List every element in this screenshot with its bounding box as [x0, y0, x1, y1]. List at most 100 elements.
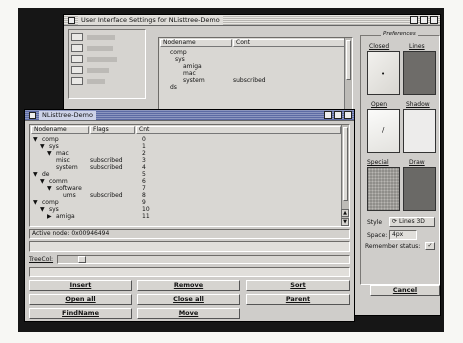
sidebar-icon-5[interactable] [71, 77, 83, 85]
list-item[interactable]: system subscribed [159, 77, 344, 84]
column-header-flags[interactable]: Flags [90, 126, 135, 134]
sidebar-icon-3[interactable] [71, 55, 83, 63]
settings-example-list[interactable]: Nodename Cont comp sys amiga mac system s… [158, 37, 353, 112]
demo-titlebar[interactable]: NListtree-Demo [25, 110, 354, 121]
expand-arrow-icon[interactable]: ▼ [40, 206, 45, 213]
space-cycle-button[interactable]: 4px [389, 230, 417, 240]
node-name: software [56, 185, 82, 192]
table-row[interactable]: ▼ sys 1 [30, 143, 341, 150]
expand-arrow-icon[interactable]: ▼ [40, 143, 45, 150]
sidebar-icon-2[interactable] [71, 44, 83, 52]
node-name: amiga [56, 213, 75, 220]
settings-sidebar [68, 29, 146, 99]
scroll-knob[interactable] [343, 127, 348, 201]
zoom-icon[interactable] [410, 16, 418, 24]
list-item[interactable]: mac [159, 70, 344, 77]
table-row[interactable]: ▼ comp 0 [30, 136, 341, 143]
table-row[interactable]: ▼ comp 9 [30, 199, 341, 206]
column-header-cont[interactable]: Cont [233, 39, 345, 47]
depth-icon[interactable] [430, 16, 438, 24]
table-row[interactable]: ▼ mac 2 [30, 150, 341, 157]
node-name: amiga [183, 63, 202, 70]
lines-color-button[interactable] [403, 51, 436, 95]
list-item[interactable]: amiga [159, 63, 344, 70]
column-header-nodename[interactable]: Nodename [160, 39, 232, 47]
demo-tree-list[interactable]: Nodename Flags Cnt ▼ comp 0 ▼ sys 1 ▼ mac 2 mi… [29, 124, 350, 227]
parent-button[interactable]: Parent [246, 294, 350, 305]
node-flags: subscribed [90, 157, 123, 164]
settings-list-scrollbar[interactable] [344, 38, 352, 111]
shadow-color-button[interactable] [403, 109, 436, 153]
expand-arrow-icon[interactable]: ▼ [33, 199, 38, 206]
treecol-slider-knob[interactable] [78, 256, 86, 263]
node-cnt: 5 [142, 171, 146, 178]
scroll-up-icon[interactable]: ▲ [341, 209, 349, 217]
resize-icon[interactable] [420, 16, 428, 24]
move-button[interactable]: Move [137, 308, 240, 319]
node-name: misc [56, 157, 70, 164]
node-name: comp [42, 199, 59, 206]
find-name-button[interactable]: FindName [29, 308, 132, 319]
scroll-knob[interactable] [346, 40, 351, 80]
cancel-button[interactable]: Cancel [370, 285, 440, 296]
demo-window-title: NListtree-Demo [39, 110, 96, 120]
settings-window-title: User Interface Settings for NListtree-De… [78, 15, 223, 25]
node-cnt: 8 [142, 192, 146, 199]
depth-icon[interactable] [344, 111, 352, 119]
node-name: sys [175, 56, 185, 63]
close-icon[interactable] [29, 111, 36, 119]
open-image-button[interactable]: / [367, 109, 400, 153]
table-row[interactable]: ▼ comm 6 [30, 178, 341, 185]
sidebar-icon-1[interactable] [71, 33, 83, 41]
insert-button[interactable]: Insert [29, 280, 132, 291]
list-item[interactable]: ds [159, 84, 344, 91]
list-item[interactable]: sys [159, 56, 344, 63]
sidebar-label-2 [87, 46, 113, 51]
resize-icon[interactable] [334, 111, 342, 119]
node-name: ds [170, 84, 177, 91]
expand-arrow-icon[interactable]: ▶ [47, 213, 52, 220]
closed-image-button[interactable]: • [367, 51, 400, 95]
style-cycle-button[interactable]: ⟳ Lines 3D [389, 217, 435, 227]
node-cnt: 4 [142, 164, 146, 171]
table-row[interactable]: ▼ de 5 [30, 171, 341, 178]
expand-arrow-icon[interactable]: ▼ [40, 178, 45, 185]
node-input-field[interactable] [29, 241, 350, 252]
tree-list-scrollbar[interactable]: ▲ ▼ [341, 125, 349, 226]
remove-button[interactable]: Remove [137, 280, 240, 291]
draw-pattern-button[interactable] [403, 167, 436, 211]
expand-arrow-icon[interactable]: ▼ [47, 150, 52, 157]
node-name: sys [49, 143, 59, 150]
node-name: comp [42, 136, 59, 143]
list-item[interactable]: comp [159, 49, 344, 56]
active-node-display: Active node: 0x00946494 [29, 229, 350, 239]
sort-button[interactable]: Sort [246, 280, 350, 291]
demo-window: NListtree-Demo Nodename Flags Cnt ▼ comp 0… [24, 109, 355, 322]
column-header-nodename[interactable]: Nodename [31, 126, 89, 134]
style-label: Style [367, 219, 383, 226]
table-row[interactable]: ums subscribed 8 [30, 192, 341, 199]
close-all-button[interactable]: Close all [137, 294, 240, 305]
node-name: mac [56, 150, 69, 157]
remember-status-checkbox[interactable]: ✓ [425, 242, 435, 250]
special-pattern-button[interactable] [367, 167, 400, 211]
open-all-button[interactable]: Open all [29, 294, 132, 305]
sidebar-icon-4[interactable] [71, 66, 83, 74]
column-header-cnt[interactable]: Cnt [136, 126, 341, 134]
table-row[interactable]: ▼ sys 10 [30, 206, 341, 213]
settings-titlebar[interactable]: User Interface Settings for NListtree-De… [64, 15, 440, 26]
expand-arrow-icon[interactable]: ▼ [33, 136, 38, 143]
expand-arrow-icon[interactable]: ▼ [33, 171, 38, 178]
node-cnt: 9 [142, 199, 146, 206]
expand-arrow-icon[interactable]: ▼ [47, 185, 52, 192]
table-row[interactable]: misc subscribed 3 [30, 157, 341, 164]
zoom-icon[interactable] [324, 111, 332, 119]
node-cnt: 1 [142, 143, 146, 150]
sidebar-label-1 [87, 35, 115, 40]
scroll-down-icon[interactable]: ▼ [341, 218, 349, 226]
table-row[interactable]: system subscribed 4 [30, 164, 341, 171]
table-row[interactable]: ▼ software 7 [30, 185, 341, 192]
table-row[interactable]: ▶ amiga 11 [30, 213, 341, 220]
close-icon[interactable] [68, 16, 75, 24]
treecol-slider[interactable] [57, 255, 350, 264]
